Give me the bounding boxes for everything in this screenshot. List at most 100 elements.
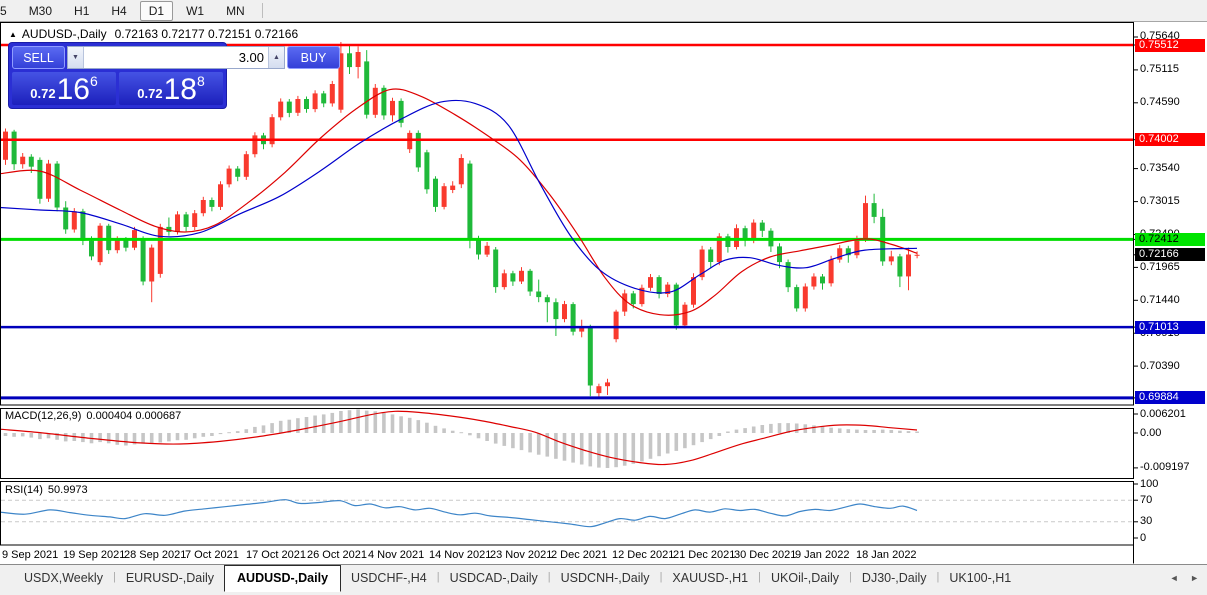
candle-body [235,168,241,177]
timeframe-button-d1[interactable]: D1 [139,0,174,21]
macd-histogram-bar [915,431,919,433]
macd-histogram-bar [270,423,274,433]
candle-body [183,214,189,227]
tab-scroll-right-icon[interactable]: ► [1190,573,1199,583]
candle-body [820,276,825,284]
macd-histogram-bar [399,416,403,433]
macd-histogram-bar [356,409,360,433]
macd-histogram-bar [906,431,911,433]
macd-histogram-bar [794,423,799,433]
tab-uk100-h1[interactable]: UK100-,H1 [939,567,1021,590]
candle-body [734,228,739,247]
tab-usdx-weekly[interactable]: USDX,Weekly [14,567,113,590]
candle-body [682,304,688,326]
macd-histogram-bar [769,423,773,433]
candle-body [304,99,309,109]
timeframe-button-h1[interactable]: H1 [65,1,98,21]
tab-dj30-daily[interactable]: DJ30-,Daily [852,567,937,590]
tab-scroll-left-icon[interactable]: ◄ [1170,573,1179,583]
macd-histogram-bar [511,433,515,449]
buy-price-display[interactable]: 0.72 18 8 [119,72,223,105]
timeframe-button-5[interactable]: 5 [0,1,16,21]
macd-histogram-bar [244,429,249,433]
candle-body [80,211,86,241]
sell-button[interactable]: SELL [12,46,65,69]
candle-body [441,186,447,207]
timeframe-button-mn[interactable]: MN [217,1,254,21]
candle-body [89,240,94,257]
volume-control: ▼ ▲ [67,46,285,69]
panel-border [0,481,1134,546]
candle-body [648,277,653,288]
tab-xauusd-h1[interactable]: XAUUSD-,H1 [662,567,758,590]
candle-body [897,256,903,277]
candle-body [46,163,51,199]
macd-histogram-bar [347,410,352,433]
trading-platform-window: { "toolbar": { "items": [ {"label":"5"},… [0,0,1207,595]
macd-current-values: 0.000404 0.000687 [86,410,182,422]
macd-histogram-bar [175,433,180,441]
candle-body [562,304,567,320]
sell-price-base: 0.72 [30,86,56,101]
candle-body [605,382,610,387]
macd-histogram-bar [20,433,25,437]
tab-usdchf-h4[interactable]: USDCHF-,H4 [341,567,437,590]
candle-body [510,273,516,282]
candle-body [527,270,533,292]
candle-body [914,254,920,256]
macd-histogram-bar [751,426,756,433]
macd-histogram-bar [691,433,696,446]
candle-body [759,222,765,231]
candle-body [587,326,593,386]
volume-decrease-button[interactable]: ▼ [68,47,84,68]
macd-histogram-bar [812,425,816,433]
tab-usdcnh-daily[interactable]: USDCNH-,Daily [551,567,660,590]
timeframe-button-w1[interactable]: W1 [177,1,213,21]
candle-body [37,159,43,199]
candle-body [252,135,258,155]
collapse-triangle-icon[interactable]: ▲ [9,30,17,39]
candle-body [596,386,602,394]
candle-body [243,154,249,177]
candle-body [467,163,473,240]
macd-histogram-bar [433,425,438,433]
toolbar-separator [261,3,263,18]
macd-histogram-bar [167,433,171,442]
tab-usdcad-daily[interactable]: USDCAD-,Daily [440,567,548,590]
macd-histogram-bar [536,433,541,455]
candle-body [476,239,481,255]
macd-name: MACD(12,26,9) [5,410,82,422]
macd-histogram-bar [63,433,68,442]
macd-histogram-bar [898,430,902,433]
candle-body [97,225,103,263]
macd-histogram-bar [321,414,326,433]
macd-histogram-bar [106,433,111,444]
buy-button[interactable]: BUY [287,46,340,69]
candle-body [3,131,8,160]
macd-histogram-bar [407,417,412,433]
macd-histogram-bar [235,431,240,433]
macd-histogram-bar [605,433,610,468]
sell-price-display[interactable]: 0.72 16 6 [12,72,116,105]
macd-histogram-bar [158,433,163,443]
candle-body [656,277,662,294]
macd-histogram-bar [364,410,369,433]
timeframe-button-m30[interactable]: M30 [20,1,61,21]
candle-body [278,101,284,118]
candle-body [450,185,456,190]
candle-body [802,286,808,309]
macd-histogram-bar [210,433,214,436]
volume-input[interactable] [84,47,268,68]
tab-eurusd-daily[interactable]: EURUSD-,Daily [116,567,224,590]
candle-body [811,276,817,287]
candle-body [329,84,335,104]
candle-body [828,259,834,284]
volume-increase-button[interactable]: ▲ [268,47,284,68]
macd-histogram-bar [760,425,765,433]
timeframe-button-h4[interactable]: H4 [102,1,135,21]
macd-histogram-bar [278,420,283,433]
tab-audusd-daily[interactable]: AUDUSD-,Daily [224,565,342,592]
candle-body [613,311,619,340]
macd-histogram-bar [115,433,120,445]
tab-ukoil-daily[interactable]: UKOil-,Daily [761,567,849,590]
